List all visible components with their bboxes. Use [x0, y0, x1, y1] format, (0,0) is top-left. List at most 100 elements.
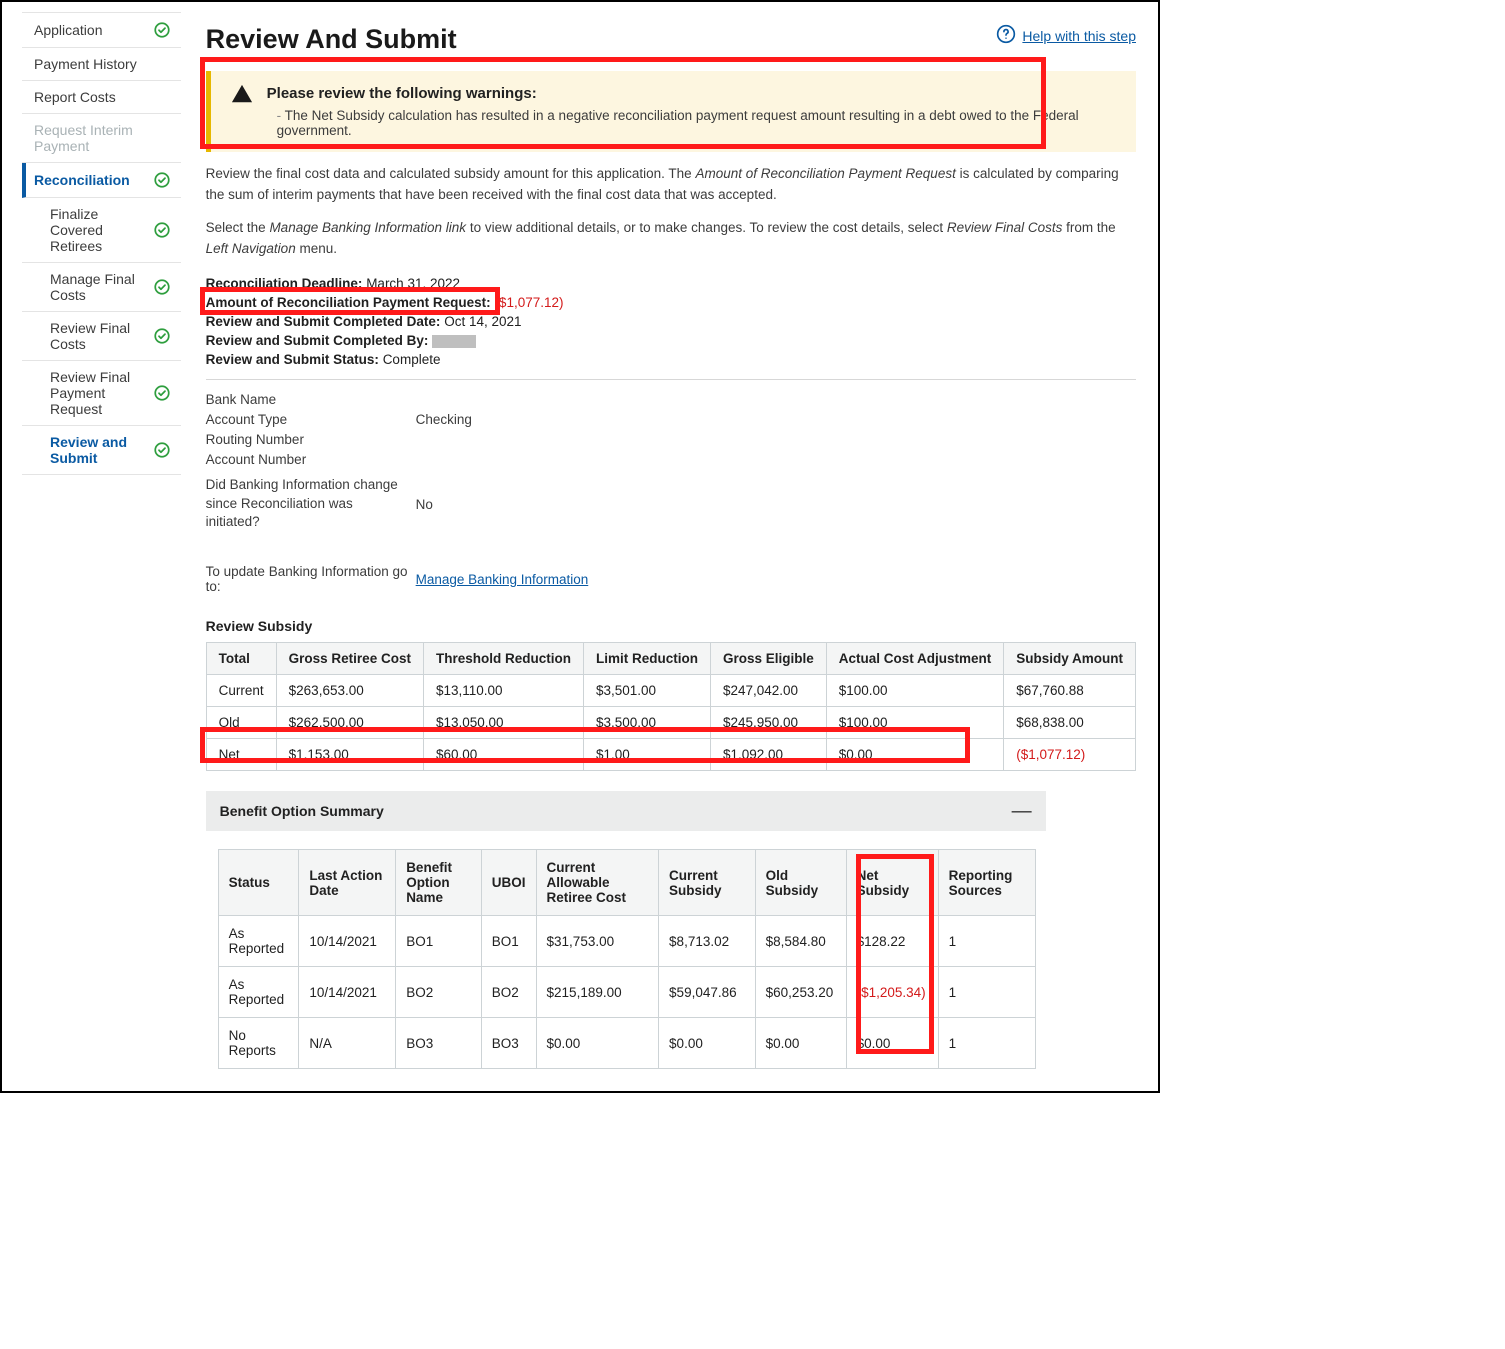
page: Application Payment History Report Costs Re…: [0, 0, 1160, 1093]
nav-item-label: Application: [34, 22, 103, 38]
nav-item-label: Report Costs: [34, 89, 116, 105]
cell: 1: [938, 1018, 1035, 1069]
cell: $8,713.02: [659, 916, 756, 967]
table-header: Last Action Date: [299, 850, 396, 916]
bos-title: Benefit Option Summary: [220, 803, 384, 819]
check-icon: [153, 327, 171, 345]
account-type-label: Account Type: [206, 412, 416, 427]
cell: $59,047.86: [659, 967, 756, 1018]
cell: 10/14/2021: [299, 916, 396, 967]
cell: $262,500.00: [276, 707, 423, 739]
table-header: Current Allowable Retiree Cost: [536, 850, 659, 916]
check-icon: [153, 441, 171, 459]
cell: $0.00: [826, 739, 1004, 771]
nav-item-review-and-submit[interactable]: Review and Submit: [22, 426, 181, 475]
review-subsidy-title: Review Subsidy: [206, 618, 1136, 634]
banking-changed-label: Did Banking Information change since Rec…: [206, 472, 416, 537]
table-header: Current Subsidy: [659, 850, 756, 916]
table-header: Status: [218, 850, 299, 916]
cell: $0.00: [536, 1018, 659, 1069]
nav-item-review-final-payment-request[interactable]: Review Final Payment Request: [22, 361, 181, 426]
description-2: Select the Manage Banking Information li…: [206, 218, 1136, 260]
help-link[interactable]: Help with this step: [996, 24, 1136, 47]
help-link-label: Help with this step: [1022, 28, 1136, 44]
nav-item-label: Finalize Covered Retirees: [50, 206, 153, 254]
warning-icon: [231, 83, 253, 105]
nav-item-review-final-costs[interactable]: Review Final Costs: [22, 312, 181, 361]
cell: $13,050.00: [423, 707, 583, 739]
separator: [206, 379, 1136, 380]
reconciliation-amount-value: ($1,077.12): [494, 295, 563, 310]
cell: $0.00: [659, 1018, 756, 1069]
reconciliation-deadline: Reconciliation Deadline: March 31, 2022: [206, 276, 1136, 291]
cell: 1: [938, 967, 1035, 1018]
benefit-option-summary-header[interactable]: Benefit Option Summary —: [206, 791, 1046, 831]
nav-item-label: Review Final Payment Request: [50, 369, 153, 417]
nav-item-label: Review and Submit: [50, 434, 153, 466]
cell: BO2: [481, 967, 536, 1018]
page-title: Review And Submit: [206, 24, 457, 55]
nav-item-finalize-covered-retirees[interactable]: Finalize Covered Retirees: [22, 198, 181, 263]
left-nav: Application Payment History Report Costs Re…: [2, 2, 196, 1091]
cell: $100.00: [826, 675, 1004, 707]
reconciliation-amount: Amount of Reconciliation Payment Request…: [206, 295, 1136, 310]
update-banking-label: To update Banking Information go to:: [206, 564, 416, 594]
cell: BO2: [396, 967, 482, 1018]
nav-item-reconciliation[interactable]: Reconciliation: [22, 163, 181, 198]
cell: ($1,077.12): [1004, 739, 1136, 771]
table-header: Gross Eligible: [710, 643, 826, 675]
table-row: As Reported10/14/2021BO1BO1$31,753.00$8,…: [218, 916, 1035, 967]
bank-info: Bank Name Account Type Checking Routing …: [206, 392, 1136, 595]
table-header: Threshold Reduction: [423, 643, 583, 675]
cell: $247,042.00: [710, 675, 826, 707]
cell: As Reported: [218, 916, 299, 967]
nav-item-manage-final-costs[interactable]: Manage Final Costs: [22, 263, 181, 312]
table-row: As Reported10/14/2021BO2BO2$215,189.00$5…: [218, 967, 1035, 1018]
table-header: Total: [206, 643, 276, 675]
cell: BO1: [481, 916, 536, 967]
table-header: Limit Reduction: [583, 643, 710, 675]
routing-number-label: Routing Number: [206, 432, 416, 447]
review-status: Review and Submit Status: Complete: [206, 352, 1136, 367]
check-icon: [153, 221, 171, 239]
bank-name-label: Bank Name: [206, 392, 416, 407]
table-header: UBOI: [481, 850, 536, 916]
check-icon: [153, 21, 171, 39]
check-icon: [153, 384, 171, 402]
account-number-label: Account Number: [206, 452, 416, 467]
table-header: Actual Cost Adjustment: [826, 643, 1004, 675]
banking-changed-value: No: [416, 497, 636, 512]
nav-item-report-costs[interactable]: Report Costs: [22, 81, 181, 114]
nav-item-label: Request Interim Payment: [34, 122, 171, 154]
manage-banking-link[interactable]: Manage Banking Information: [416, 572, 589, 587]
review-subsidy-table: TotalGross Retiree CostThreshold Reducti…: [206, 642, 1136, 771]
table-header: Gross Retiree Cost: [276, 643, 423, 675]
nav-item-label: Manage Final Costs: [50, 271, 153, 303]
cell: $263,653.00: [276, 675, 423, 707]
nav-item-request-interim-payment: Request Interim Payment: [22, 114, 181, 163]
cell: $8,584.80: [755, 916, 846, 967]
cell: BO1: [396, 916, 482, 967]
completed-date: Review and Submit Completed Date: Oct 14…: [206, 314, 1136, 329]
warning-title: Please review the following warnings:: [267, 85, 1114, 102]
cell: $68,838.00: [1004, 707, 1136, 739]
nav-item-label: Reconciliation: [34, 172, 130, 188]
nav-item-label: Review Final Costs: [50, 320, 153, 352]
nav-item-label: Payment History: [34, 56, 137, 72]
cell: $128.22: [846, 916, 938, 967]
nav-item-payment-history[interactable]: Payment History: [22, 48, 181, 81]
collapse-icon: —: [1012, 804, 1032, 818]
table-row: Old$262,500.00$13,050.00$3,500.00$245,95…: [206, 707, 1135, 739]
cell: No Reports: [218, 1018, 299, 1069]
cell: $245,950.00: [710, 707, 826, 739]
check-icon: [153, 171, 171, 189]
nav-item-application[interactable]: Application: [22, 12, 181, 48]
cell: 10/14/2021: [299, 967, 396, 1018]
row-label: Current: [206, 675, 276, 707]
cell: BO3: [481, 1018, 536, 1069]
row-label: Old: [206, 707, 276, 739]
table-header: Subsidy Amount: [1004, 643, 1136, 675]
redacted-name: [432, 335, 476, 348]
description-1: Review the final cost data and calculate…: [206, 164, 1136, 206]
cell: $1,092.00: [710, 739, 826, 771]
